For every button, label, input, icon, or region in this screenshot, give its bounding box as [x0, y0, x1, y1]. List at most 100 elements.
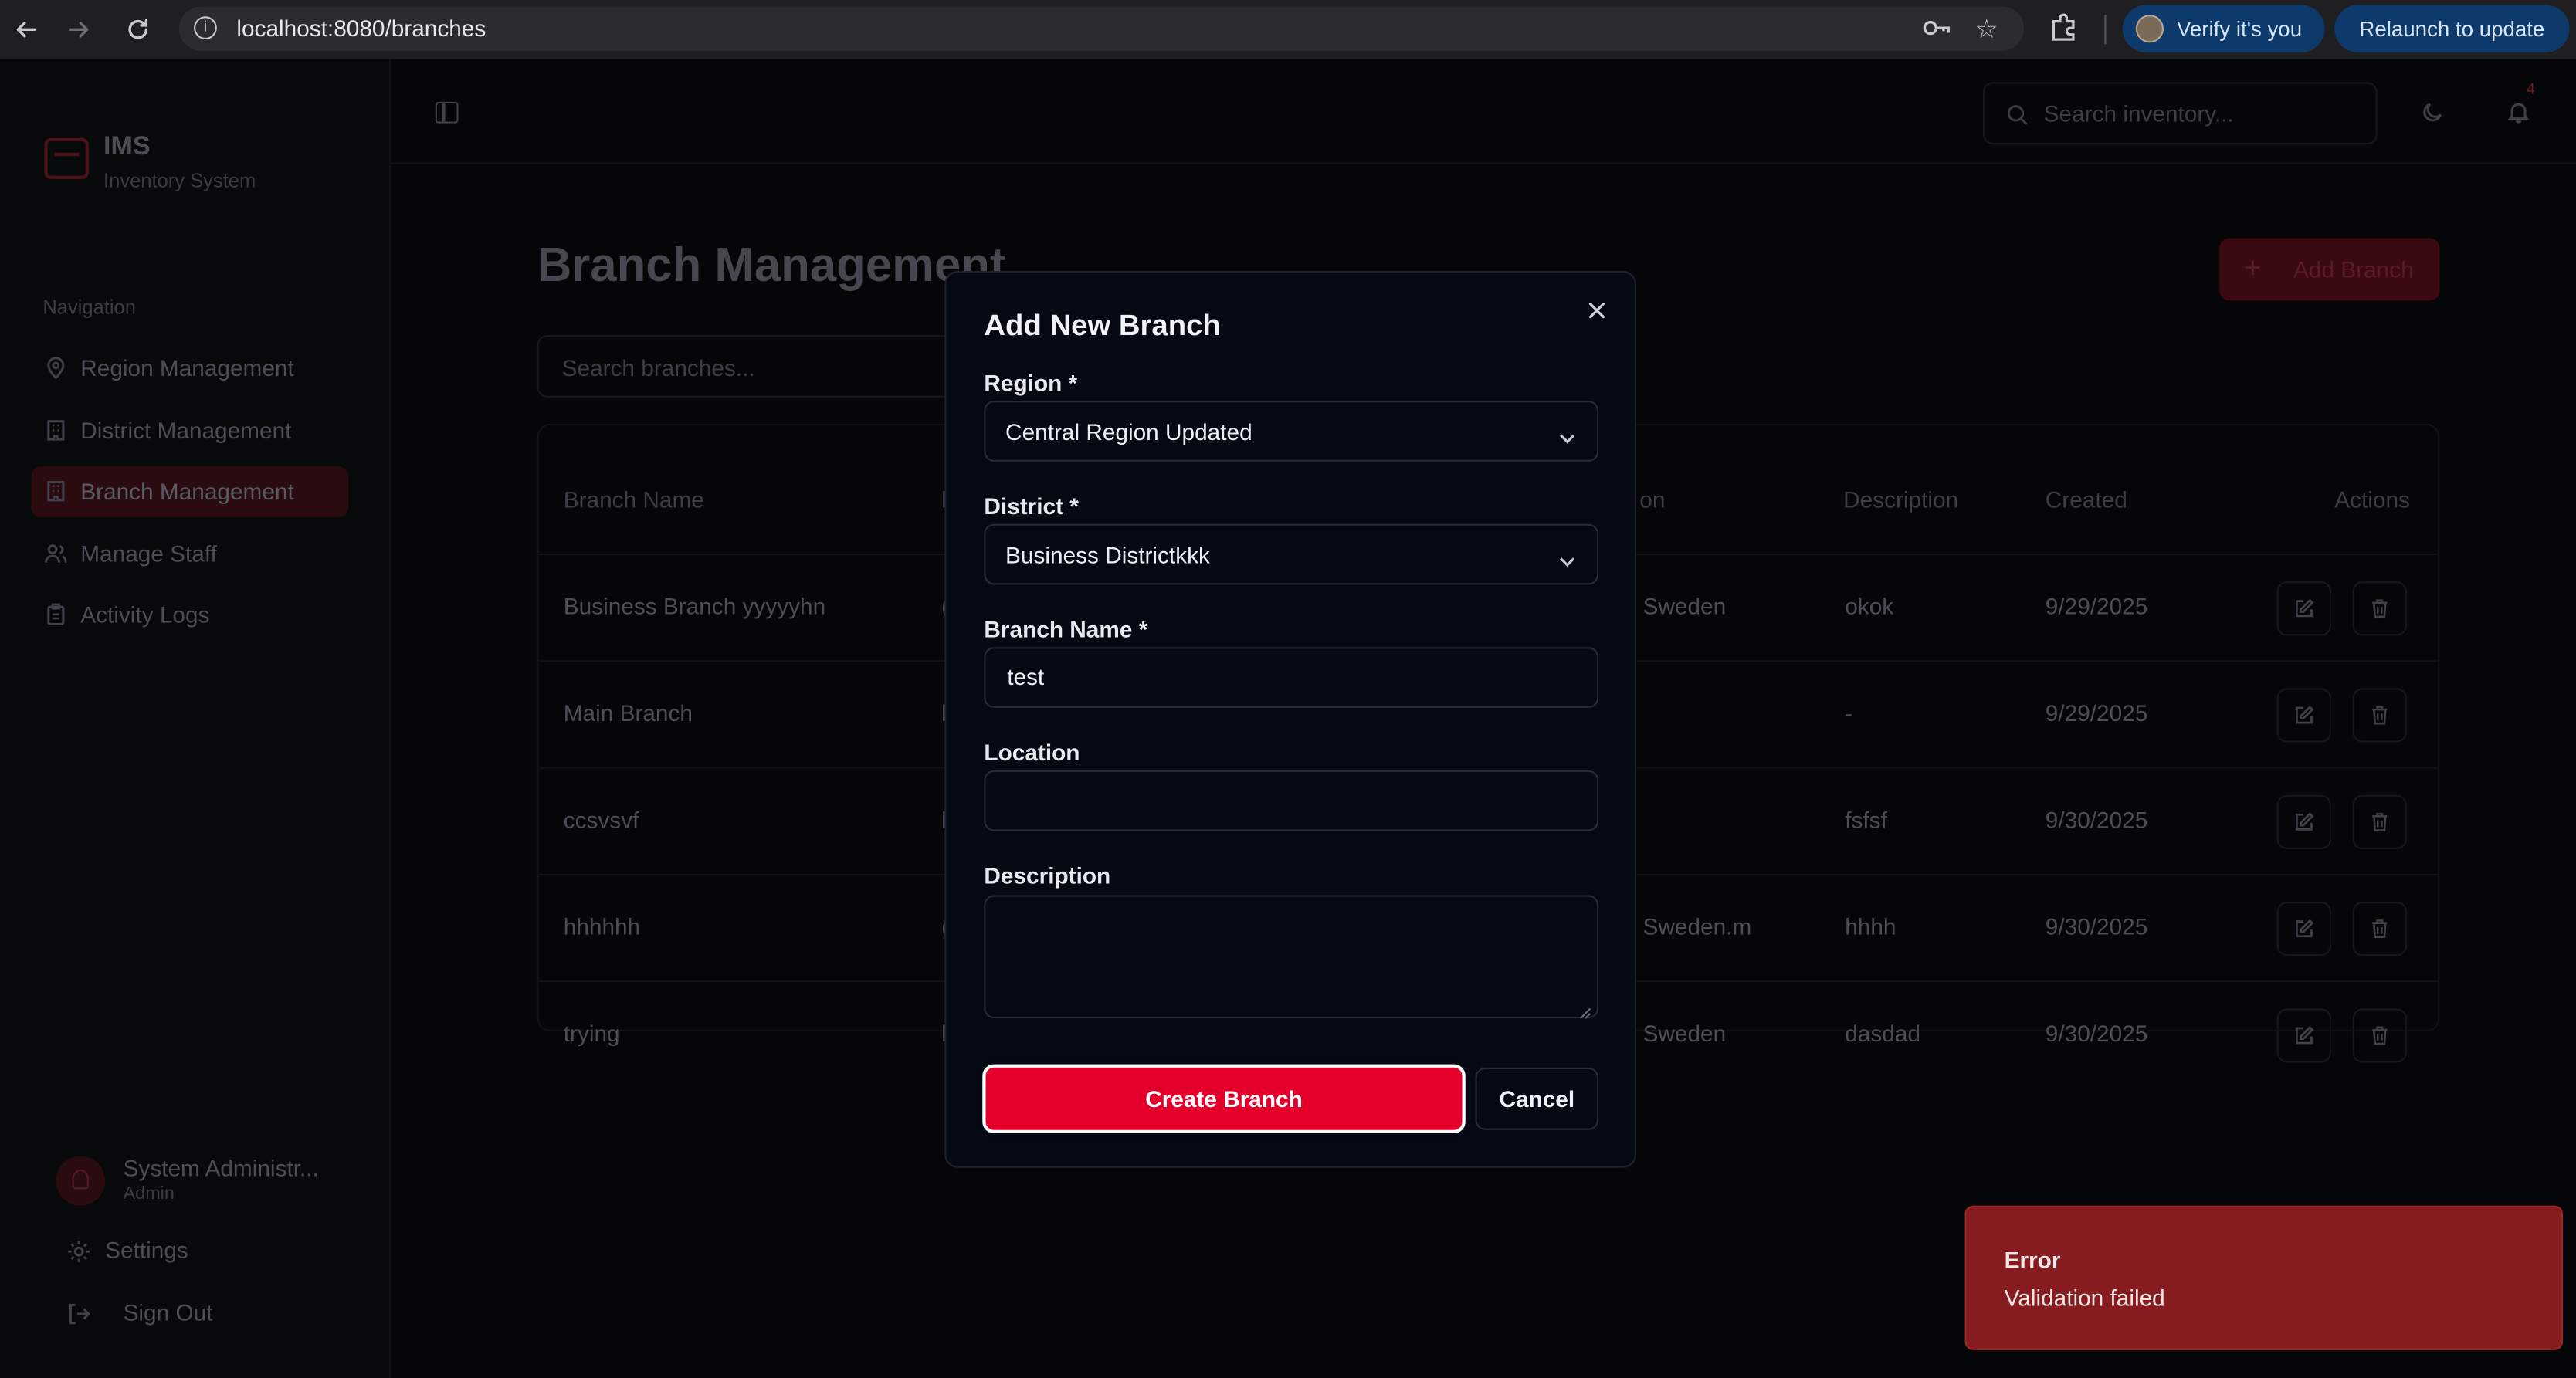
- chevron-down-icon: [1557, 424, 1578, 453]
- map-pin-icon: [44, 357, 67, 380]
- close-icon[interactable]: [1585, 299, 1612, 325]
- relaunch-update-button[interactable]: Relaunch to update: [2334, 5, 2570, 53]
- add-branch-dialog: Add New Branch Region * Central Region U…: [944, 271, 1637, 1168]
- description-cell: dasdad: [1845, 1020, 1920, 1047]
- region-select-value: Central Region Updated: [1005, 418, 1252, 445]
- branch-name-field[interactable]: [984, 647, 1599, 708]
- district-select[interactable]: Business Districtkkk: [984, 523, 1599, 585]
- trash-icon[interactable]: [2352, 688, 2407, 743]
- sign-out-label: Sign Out: [123, 1298, 213, 1326]
- description-cell: okok: [1845, 593, 1894, 620]
- column-header-name: Branch Name: [563, 486, 704, 513]
- user-role: Admin: [123, 1183, 175, 1204]
- trash-icon[interactable]: [2352, 794, 2407, 849]
- brand-subtitle: Inventory System: [103, 169, 256, 192]
- branch-name-cell: trying: [563, 1020, 620, 1047]
- sidebar-item-label: Activity Logs: [80, 601, 210, 628]
- edit-icon[interactable]: [2276, 1008, 2331, 1063]
- toast-message: Validation failed: [2004, 1284, 2165, 1311]
- trash-icon[interactable]: [2352, 902, 2407, 956]
- trash-icon[interactable]: [2352, 1008, 2407, 1063]
- description-textarea[interactable]: [985, 896, 1597, 1017]
- clipboard-icon: [44, 603, 67, 626]
- description-label: Description: [984, 862, 1111, 889]
- user-avatar-icon[interactable]: [56, 1156, 106, 1206]
- log-out-icon: [66, 1301, 92, 1327]
- plus-icon: +: [2244, 251, 2262, 285]
- location-cell: Sweden.m: [1642, 912, 1752, 940]
- trash-icon[interactable]: [2352, 581, 2407, 636]
- district-label: District *: [984, 493, 1079, 520]
- location-field[interactable]: [984, 770, 1599, 831]
- location-cell: Sweden: [1642, 593, 1727, 620]
- region-label: Region *: [984, 369, 1078, 396]
- sidebar-item-region-management[interactable]: Region Management: [31, 344, 348, 394]
- inventory-search[interactable]: [1982, 82, 2378, 145]
- branch-name-input[interactable]: [1003, 662, 1586, 692]
- url-text[interactable]: localhost:8080/branches: [236, 15, 486, 41]
- notification-bell-icon[interactable]: [2507, 100, 2530, 131]
- description-field[interactable]: [984, 895, 1599, 1019]
- branch-name-cell: Main Branch: [563, 699, 693, 726]
- description-cell: fsfsf: [1845, 806, 1887, 833]
- search-icon: [2006, 103, 2029, 134]
- user-name[interactable]: System Administr...: [124, 1155, 319, 1181]
- bookmark-star-icon[interactable]: ☆: [1974, 13, 1998, 46]
- column-header-actions: Actions: [2334, 486, 2410, 513]
- column-header-description: Description: [1843, 486, 1959, 513]
- branch-name-label: Branch Name *: [984, 615, 1148, 642]
- address-bar[interactable]: i localhost:8080/branches ☆: [178, 6, 2025, 51]
- cancel-button[interactable]: Cancel: [1475, 1067, 1599, 1130]
- inventory-search-input[interactable]: [2040, 98, 2360, 128]
- password-key-icon[interactable]: [1922, 16, 1951, 47]
- branch-search[interactable]: [537, 335, 964, 398]
- location-cell: Sweden: [1642, 1020, 1727, 1047]
- profile-avatar: [2135, 15, 2164, 43]
- add-branch-button[interactable]: + Add Branch: [2219, 238, 2440, 301]
- create-branch-button[interactable]: Create Branch: [982, 1064, 1466, 1134]
- top-bar: 4: [389, 59, 2576, 164]
- theme-toggle-moon-icon[interactable]: [2422, 100, 2445, 131]
- edit-icon[interactable]: [2276, 688, 2331, 743]
- sidebar-item-district-management[interactable]: District Management: [31, 406, 348, 457]
- verify-label: Verify it's you: [2177, 16, 2303, 42]
- sidebar-toggle-icon[interactable]: [435, 101, 459, 124]
- page-title: Branch Management: [537, 239, 1006, 293]
- created-cell: 9/30/2025: [2045, 1020, 2148, 1047]
- forward-arrow-icon[interactable]: [63, 13, 96, 46]
- users-icon: [44, 542, 67, 565]
- back-arrow-icon[interactable]: [10, 13, 43, 46]
- sidebar-item-branch-management[interactable]: Branch Management: [31, 466, 349, 518]
- edit-icon[interactable]: [2276, 581, 2331, 636]
- add-branch-label: Add Branch: [2293, 256, 2414, 283]
- sidebar: IMS Inventory System Navigation Region M…: [0, 59, 391, 1378]
- created-cell: 9/30/2025: [2045, 912, 2148, 940]
- column-header-created: Created: [2045, 486, 2127, 513]
- branch-search-input[interactable]: [558, 353, 944, 383]
- region-select[interactable]: Central Region Updated: [984, 401, 1599, 462]
- extensions-icon[interactable]: [2049, 13, 2078, 51]
- site-info-icon[interactable]: i: [194, 16, 217, 40]
- toast-title: Error: [2004, 1246, 2061, 1273]
- resize-handle-icon[interactable]: [1579, 999, 1592, 1019]
- edit-icon[interactable]: [2276, 902, 2331, 956]
- error-toast[interactable]: Error Validation failed: [1964, 1205, 2563, 1350]
- sidebar-item-manage-staff[interactable]: Manage Staff: [31, 529, 348, 580]
- reload-icon[interactable]: [121, 13, 154, 46]
- sidebar-item-label: Branch Management: [80, 478, 294, 505]
- location-input[interactable]: [1003, 784, 1586, 815]
- gear-icon: [66, 1238, 92, 1265]
- brand-title: IMS: [103, 133, 151, 161]
- building-icon: [44, 419, 67, 442]
- branch-name-cell: Business Branch yyyyyhn: [563, 593, 826, 620]
- chevron-down-icon: [1557, 547, 1578, 576]
- branch-name-cell: hhhhhh: [563, 912, 641, 940]
- toolbar-divider: [2104, 15, 2107, 45]
- description-cell: hhhh: [1845, 912, 1896, 940]
- settings-label: Settings: [105, 1237, 188, 1264]
- sidebar-item-activity-logs[interactable]: Activity Logs: [31, 590, 348, 641]
- verify-identity-button[interactable]: Verify it's you: [2122, 5, 2325, 53]
- description-cell: -: [1845, 699, 1853, 726]
- edit-icon[interactable]: [2276, 794, 2331, 849]
- nav-heading: Navigation: [42, 295, 136, 319]
